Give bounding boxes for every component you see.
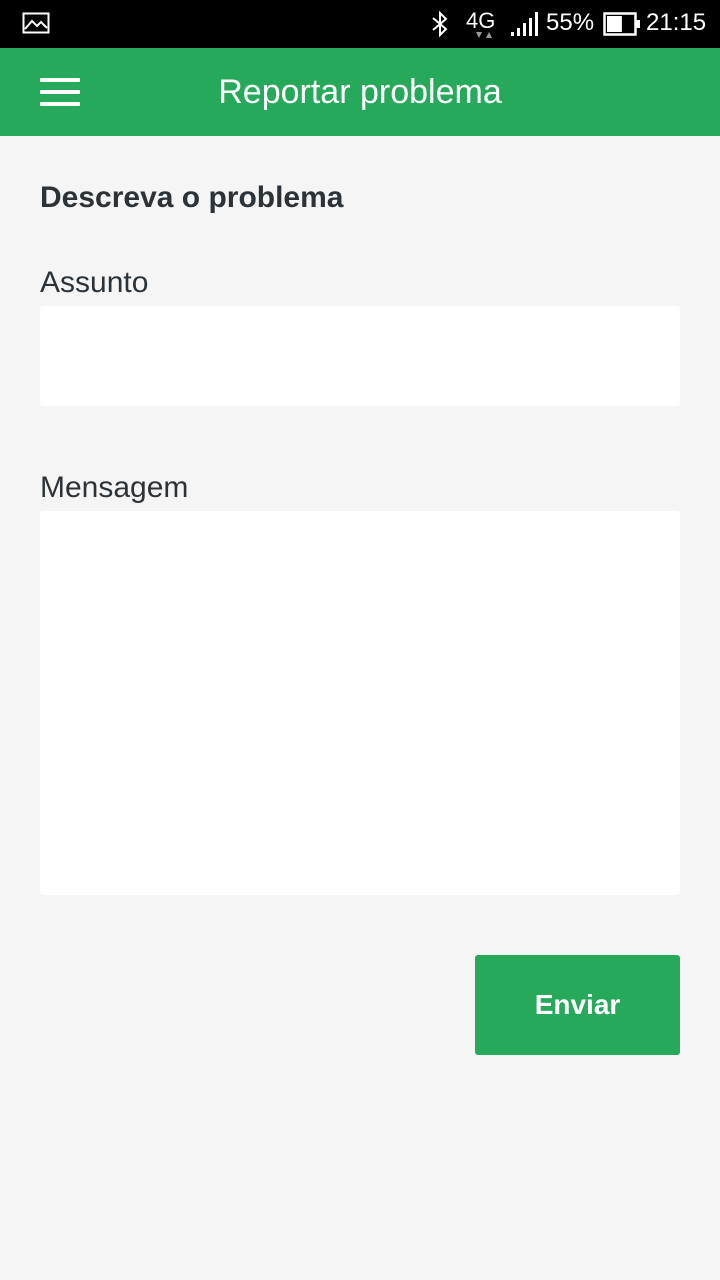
message-label: Mensagem — [40, 471, 189, 504]
subject-input[interactable] — [40, 306, 680, 406]
gallery-icon — [22, 12, 50, 34]
subject-label: Assunto — [40, 266, 149, 299]
bluetooth-icon — [432, 10, 448, 38]
send-button[interactable]: Enviar — [475, 955, 680, 1055]
status-clock: 21:15 — [646, 9, 707, 36]
network-arrows-icon — [476, 32, 492, 38]
page-title: Reportar problema — [218, 73, 502, 111]
status-bar: 4G 55% 21:15 — [0, 0, 720, 48]
signal-icon — [511, 12, 538, 36]
battery-icon — [603, 12, 640, 36]
form-heading: Descreva o problema — [40, 181, 344, 214]
message-textarea[interactable] — [40, 511, 680, 895]
battery-percent: 55% — [546, 9, 595, 36]
app-bar: Reportar problema — [0, 48, 720, 136]
